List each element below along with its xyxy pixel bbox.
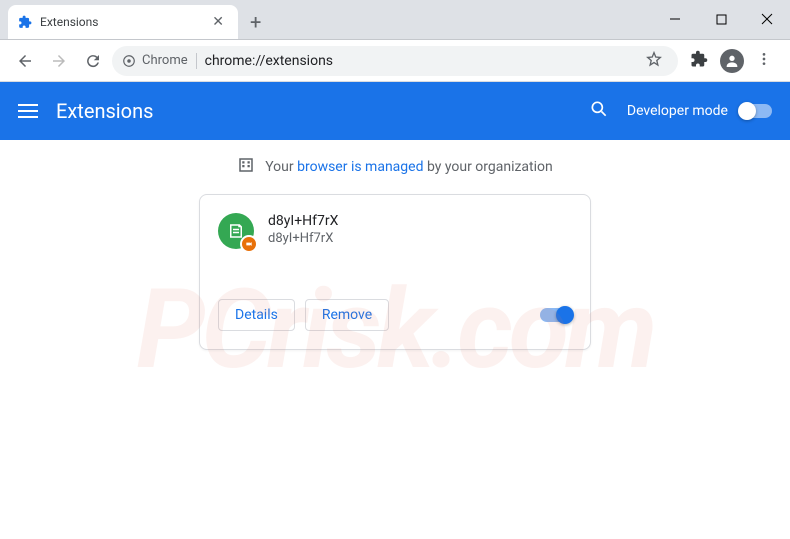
maximize-button[interactable] <box>698 0 744 39</box>
managed-text: Your browser is managed by your organiza… <box>265 159 553 175</box>
address-bar[interactable]: Chrome chrome://extensions <box>112 46 678 76</box>
kebab-menu-icon[interactable] <box>756 51 772 71</box>
chrome-chip-label: Chrome <box>142 53 188 68</box>
tab-title: Extensions <box>40 15 208 29</box>
building-icon <box>237 156 255 178</box>
puzzle-icon <box>18 15 32 29</box>
back-button[interactable] <box>10 46 40 76</box>
close-tab-icon[interactable]: ✕ <box>208 14 228 30</box>
url-text: chrome://extensions <box>205 53 638 69</box>
managed-suffix: by your organization <box>423 159 552 175</box>
extension-card: d8yI+Hf7rX d8yI+Hf7rX Details Remove <box>199 194 591 350</box>
extension-description: d8yI+Hf7rX <box>268 231 338 246</box>
page-title: Extensions <box>56 99 589 123</box>
reload-button[interactable] <box>78 46 108 76</box>
remove-button[interactable]: Remove <box>305 299 389 331</box>
close-window-button[interactable] <box>744 0 790 39</box>
window-controls <box>652 0 790 39</box>
omnibox-divider <box>196 53 197 69</box>
chrome-chip: Chrome <box>122 53 188 68</box>
extension-name: d8yI+Hf7rX <box>268 213 338 229</box>
window-titlebar: Extensions ✕ + <box>0 0 790 40</box>
browser-tab[interactable]: Extensions ✕ <box>8 5 238 39</box>
forward-button[interactable] <box>44 46 74 76</box>
developer-mode-toggle[interactable] <box>740 104 772 118</box>
hamburger-menu-icon[interactable] <box>18 104 38 118</box>
chrome-icon <box>122 54 136 68</box>
extension-badge-icon <box>240 235 258 253</box>
browser-toolbar: Chrome chrome://extensions <box>0 40 790 82</box>
minimize-button[interactable] <box>652 0 698 39</box>
content-area: Your browser is managed by your organiza… <box>0 140 790 350</box>
managed-banner: Your browser is managed by your organiza… <box>0 140 790 194</box>
new-tab-button[interactable]: + <box>238 5 273 39</box>
profile-avatar-icon[interactable] <box>720 49 744 73</box>
extensions-puzzle-icon[interactable] <box>690 50 708 72</box>
bookmark-star-icon[interactable] <box>646 51 662 71</box>
details-button[interactable]: Details <box>218 299 295 331</box>
managed-link[interactable]: browser is managed <box>297 159 423 175</box>
extensions-header: Extensions Developer mode <box>0 82 790 140</box>
extension-icon <box>218 213 254 249</box>
search-icon[interactable] <box>589 99 609 123</box>
developer-mode-label: Developer mode <box>627 103 728 119</box>
extension-enable-toggle[interactable] <box>540 308 572 322</box>
managed-prefix: Your <box>265 159 297 175</box>
